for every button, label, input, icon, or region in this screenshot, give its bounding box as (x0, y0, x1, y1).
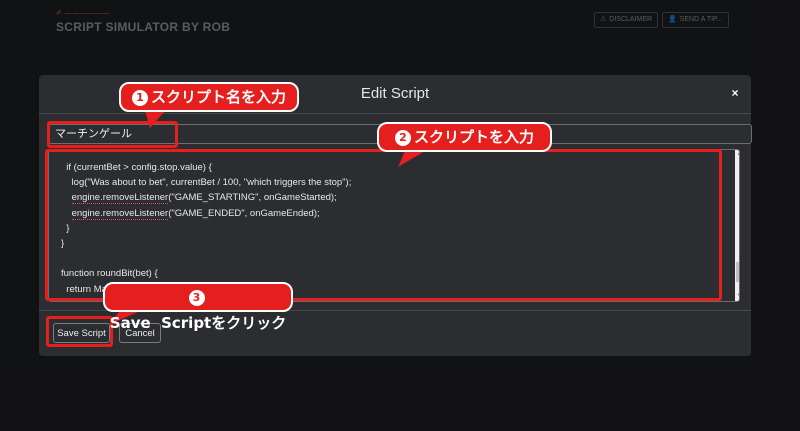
annotation-text: スクリプト名を入力 (150, 88, 286, 106)
step-number: 2 (394, 130, 411, 146)
annotation-step-1: 1 スクリプト名を入力 (119, 82, 299, 112)
callout-pointer-1 (145, 111, 165, 128)
step-number: 3 (188, 290, 205, 306)
step-number: 1 (131, 90, 148, 106)
callout-pointers (108, 111, 425, 325)
callout-pointer-2 (398, 151, 425, 167)
annotation-step-2: 2 スクリプトを入力 (377, 122, 552, 152)
annotation-text: スクリプトを入力 (413, 128, 534, 146)
annotation-text: Save Scriptをクリック (109, 314, 287, 332)
annotation-step-3: 3 Save Scriptをクリック (103, 282, 293, 332)
